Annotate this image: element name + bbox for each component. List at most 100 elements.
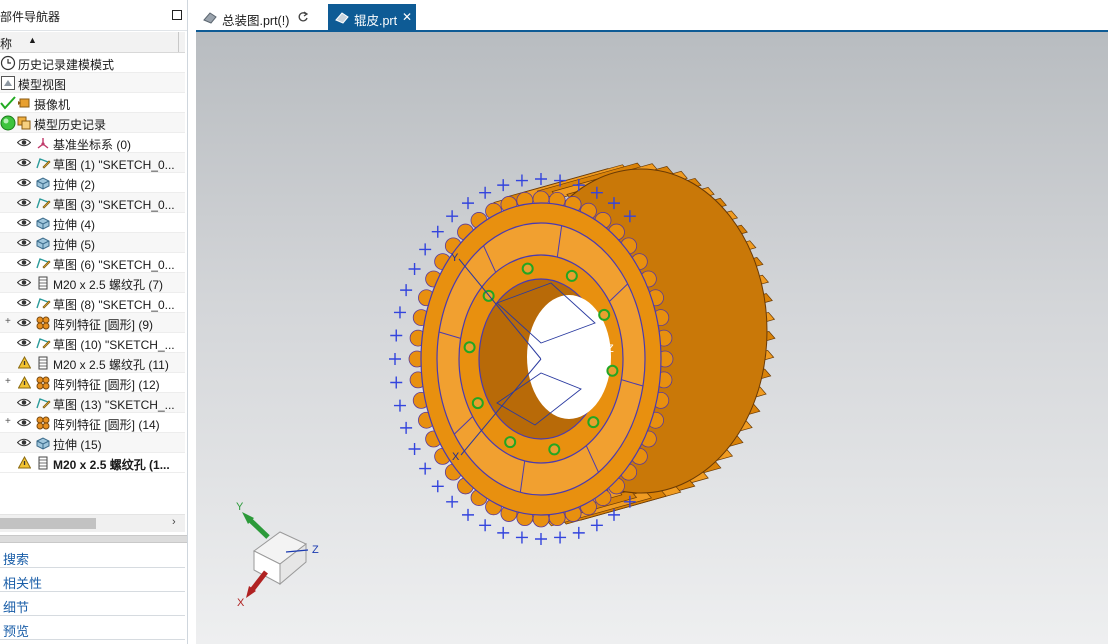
extrude-icon <box>36 437 50 450</box>
tree-item-sketch-8[interactable]: 草图 (8) "SKETCH_0... <box>0 293 185 313</box>
tree-item-hole-7[interactable]: M20 x 2.5 螺纹孔 (7) <box>0 273 185 293</box>
selection-cross <box>572 526 585 539</box>
tree-item-cameras[interactable]: 摄像机 <box>0 93 185 113</box>
tree-item-label: 草图 (3) "SKETCH_0... <box>53 198 175 212</box>
panel-preview-label: 预览 <box>3 624 30 639</box>
selection-cross <box>431 225 444 238</box>
tree-item-pattern-9[interactable]: + 阵列特征 [圆形] (9) <box>0 313 185 333</box>
panel-search-label: 搜索 <box>3 552 30 567</box>
sort-ascending-icon[interactable]: ▲ <box>28 35 37 45</box>
panel-search[interactable]: 搜索 <box>0 544 185 568</box>
model-axis-x-label: X <box>452 451 460 463</box>
tree-item-hole-11[interactable]: M20 x 2.5 螺纹孔 (11) <box>0 353 185 373</box>
column-header-name[interactable]: 称 ▲ <box>0 32 185 53</box>
column-divider[interactable] <box>178 32 179 52</box>
checkmark-icon[interactable] <box>0 95 16 111</box>
visibility-eye-icon[interactable] <box>17 318 31 327</box>
tab-assembly[interactable]: 总装图.prt(!) <box>196 4 324 30</box>
warning-icon <box>18 376 31 389</box>
visibility-eye-icon[interactable] <box>17 218 31 227</box>
refresh-icon[interactable] <box>297 11 309 23</box>
tree-item-pattern-14[interactable]: + 阵列特征 [圆形] (14) <box>0 413 185 433</box>
visibility-eye-icon[interactable] <box>17 198 31 207</box>
tree-item-label: 阵列特征 [圆形] (14) <box>53 418 160 432</box>
tree-item-sketch-10[interactable]: 草图 (10) "SKETCH_... <box>0 333 185 353</box>
tree-item-label: 拉伸 (15) <box>53 438 102 452</box>
selection-cross <box>446 210 459 223</box>
tree-item-history-mode[interactable]: 历史记录建模模式 <box>0 53 185 73</box>
pattern-icon <box>36 316 50 330</box>
selection-cross <box>390 376 403 389</box>
visibility-eye-icon[interactable] <box>17 298 31 307</box>
tree-item-extrude-15[interactable]: 拉伸 (15) <box>0 433 185 453</box>
tree-item-hole-16[interactable]: M20 x 2.5 螺纹孔 (1... <box>0 453 185 473</box>
panel-details[interactable]: 细节 <box>0 592 185 616</box>
threaded-hole-marker <box>565 269 578 282</box>
triad-y-label: Y <box>236 501 244 513</box>
tree-item-pattern-12[interactable]: + 阵列特征 [圆形] (12) <box>0 373 185 393</box>
visibility-eye-icon[interactable] <box>17 278 31 287</box>
extrude-icon <box>36 217 50 230</box>
tree-item-sketch-6[interactable]: 草图 (6) "SKETCH_0... <box>0 253 185 273</box>
visibility-eye-icon[interactable] <box>17 258 31 267</box>
extrude-icon <box>36 237 50 250</box>
visibility-eye-icon[interactable] <box>17 338 31 347</box>
clock-icon <box>0 55 16 71</box>
tab-roller-skin[interactable]: 辊皮.prt ✕ <box>328 4 416 30</box>
tree-item-label: 模型视图 <box>18 78 67 92</box>
maximize-icon[interactable] <box>172 10 182 20</box>
scrollbar-thumb[interactable] <box>0 518 96 529</box>
tree-item-label: 拉伸 (4) <box>53 218 96 232</box>
panel-dependencies[interactable]: 相关性 <box>0 568 185 592</box>
tree-item-extrude-5[interactable]: 拉伸 (5) <box>0 233 185 253</box>
tree-item-label: 拉伸 (2) <box>53 178 96 192</box>
tree-item-model-views[interactable]: 模型视图 <box>0 73 185 93</box>
expand-toggle-icon[interactable]: + <box>5 316 11 327</box>
scroll-right-icon[interactable]: › <box>172 516 176 528</box>
selection-cross <box>408 443 421 455</box>
threaded-hole-icon <box>38 276 48 290</box>
threaded-hole-marker <box>598 308 611 321</box>
tree-item-label: M20 x 2.5 螺纹孔 (11) <box>53 358 169 372</box>
tree-item-label: 摄像机 <box>34 98 71 112</box>
graphics-window[interactable]: Y Z X Y Z X <box>196 32 1108 644</box>
navigator-header: 部件导航器 <box>0 0 187 31</box>
panel-splitter[interactable] <box>0 535 187 543</box>
visibility-eye-icon[interactable] <box>17 178 31 187</box>
visibility-eye-icon[interactable] <box>17 138 31 147</box>
selection-cross <box>408 263 421 275</box>
visibility-eye-icon[interactable] <box>17 438 31 447</box>
threaded-hole-marker <box>471 397 484 410</box>
horizontal-scrollbar[interactable]: › <box>0 514 185 532</box>
column-name-label: 称 <box>0 37 13 51</box>
selection-cross <box>393 399 406 412</box>
tree-item-label: 草图 (6) "SKETCH_0... <box>53 258 175 272</box>
threaded-hole-icon <box>38 456 48 470</box>
panel-preview[interactable]: 预览 <box>0 616 185 640</box>
selection-cross <box>479 519 492 532</box>
tree-item-sketch-1[interactable]: 草图 (1) "SKETCH_0... <box>0 153 185 173</box>
sketch-icon <box>36 398 51 409</box>
expand-toggle-icon[interactable]: + <box>5 376 11 387</box>
tree-item-sketch-3[interactable]: 草图 (3) "SKETCH_0... <box>0 193 185 213</box>
model-history-icon <box>17 116 31 130</box>
triad-x-label: X <box>237 597 245 609</box>
tree-item-datum-csys[interactable]: 基准坐标系 (0) <box>0 133 185 153</box>
selection-cross <box>535 533 547 545</box>
tree-item-label: 基准坐标系 (0) <box>53 138 132 152</box>
close-icon[interactable]: ✕ <box>402 10 412 24</box>
tree-item-sketch-13[interactable]: 草图 (13) "SKETCH_... <box>0 393 185 413</box>
tree-item-extrude-2[interactable]: 拉伸 (2) <box>0 173 185 193</box>
selection-cross <box>479 186 492 199</box>
tree-item-extrude-4[interactable]: 拉伸 (4) <box>0 213 185 233</box>
tree-item-label: 草图 (10) "SKETCH_... <box>53 338 175 352</box>
part-navigator: 部件导航器 称 ▲ 历史记录建模模式 模型视图摄像机 模型历史记录基准坐标系 (0)… <box>0 0 188 644</box>
tree-item-model-history[interactable]: 模型历史记录 <box>0 113 185 133</box>
selection-cross <box>400 284 413 297</box>
tree-item-label: 历史记录建模模式 <box>18 58 115 72</box>
expand-toggle-icon[interactable]: + <box>5 416 11 427</box>
visibility-eye-icon[interactable] <box>17 238 31 247</box>
visibility-eye-icon[interactable] <box>17 418 31 427</box>
visibility-eye-icon[interactable] <box>17 398 31 407</box>
visibility-eye-icon[interactable] <box>17 158 31 167</box>
